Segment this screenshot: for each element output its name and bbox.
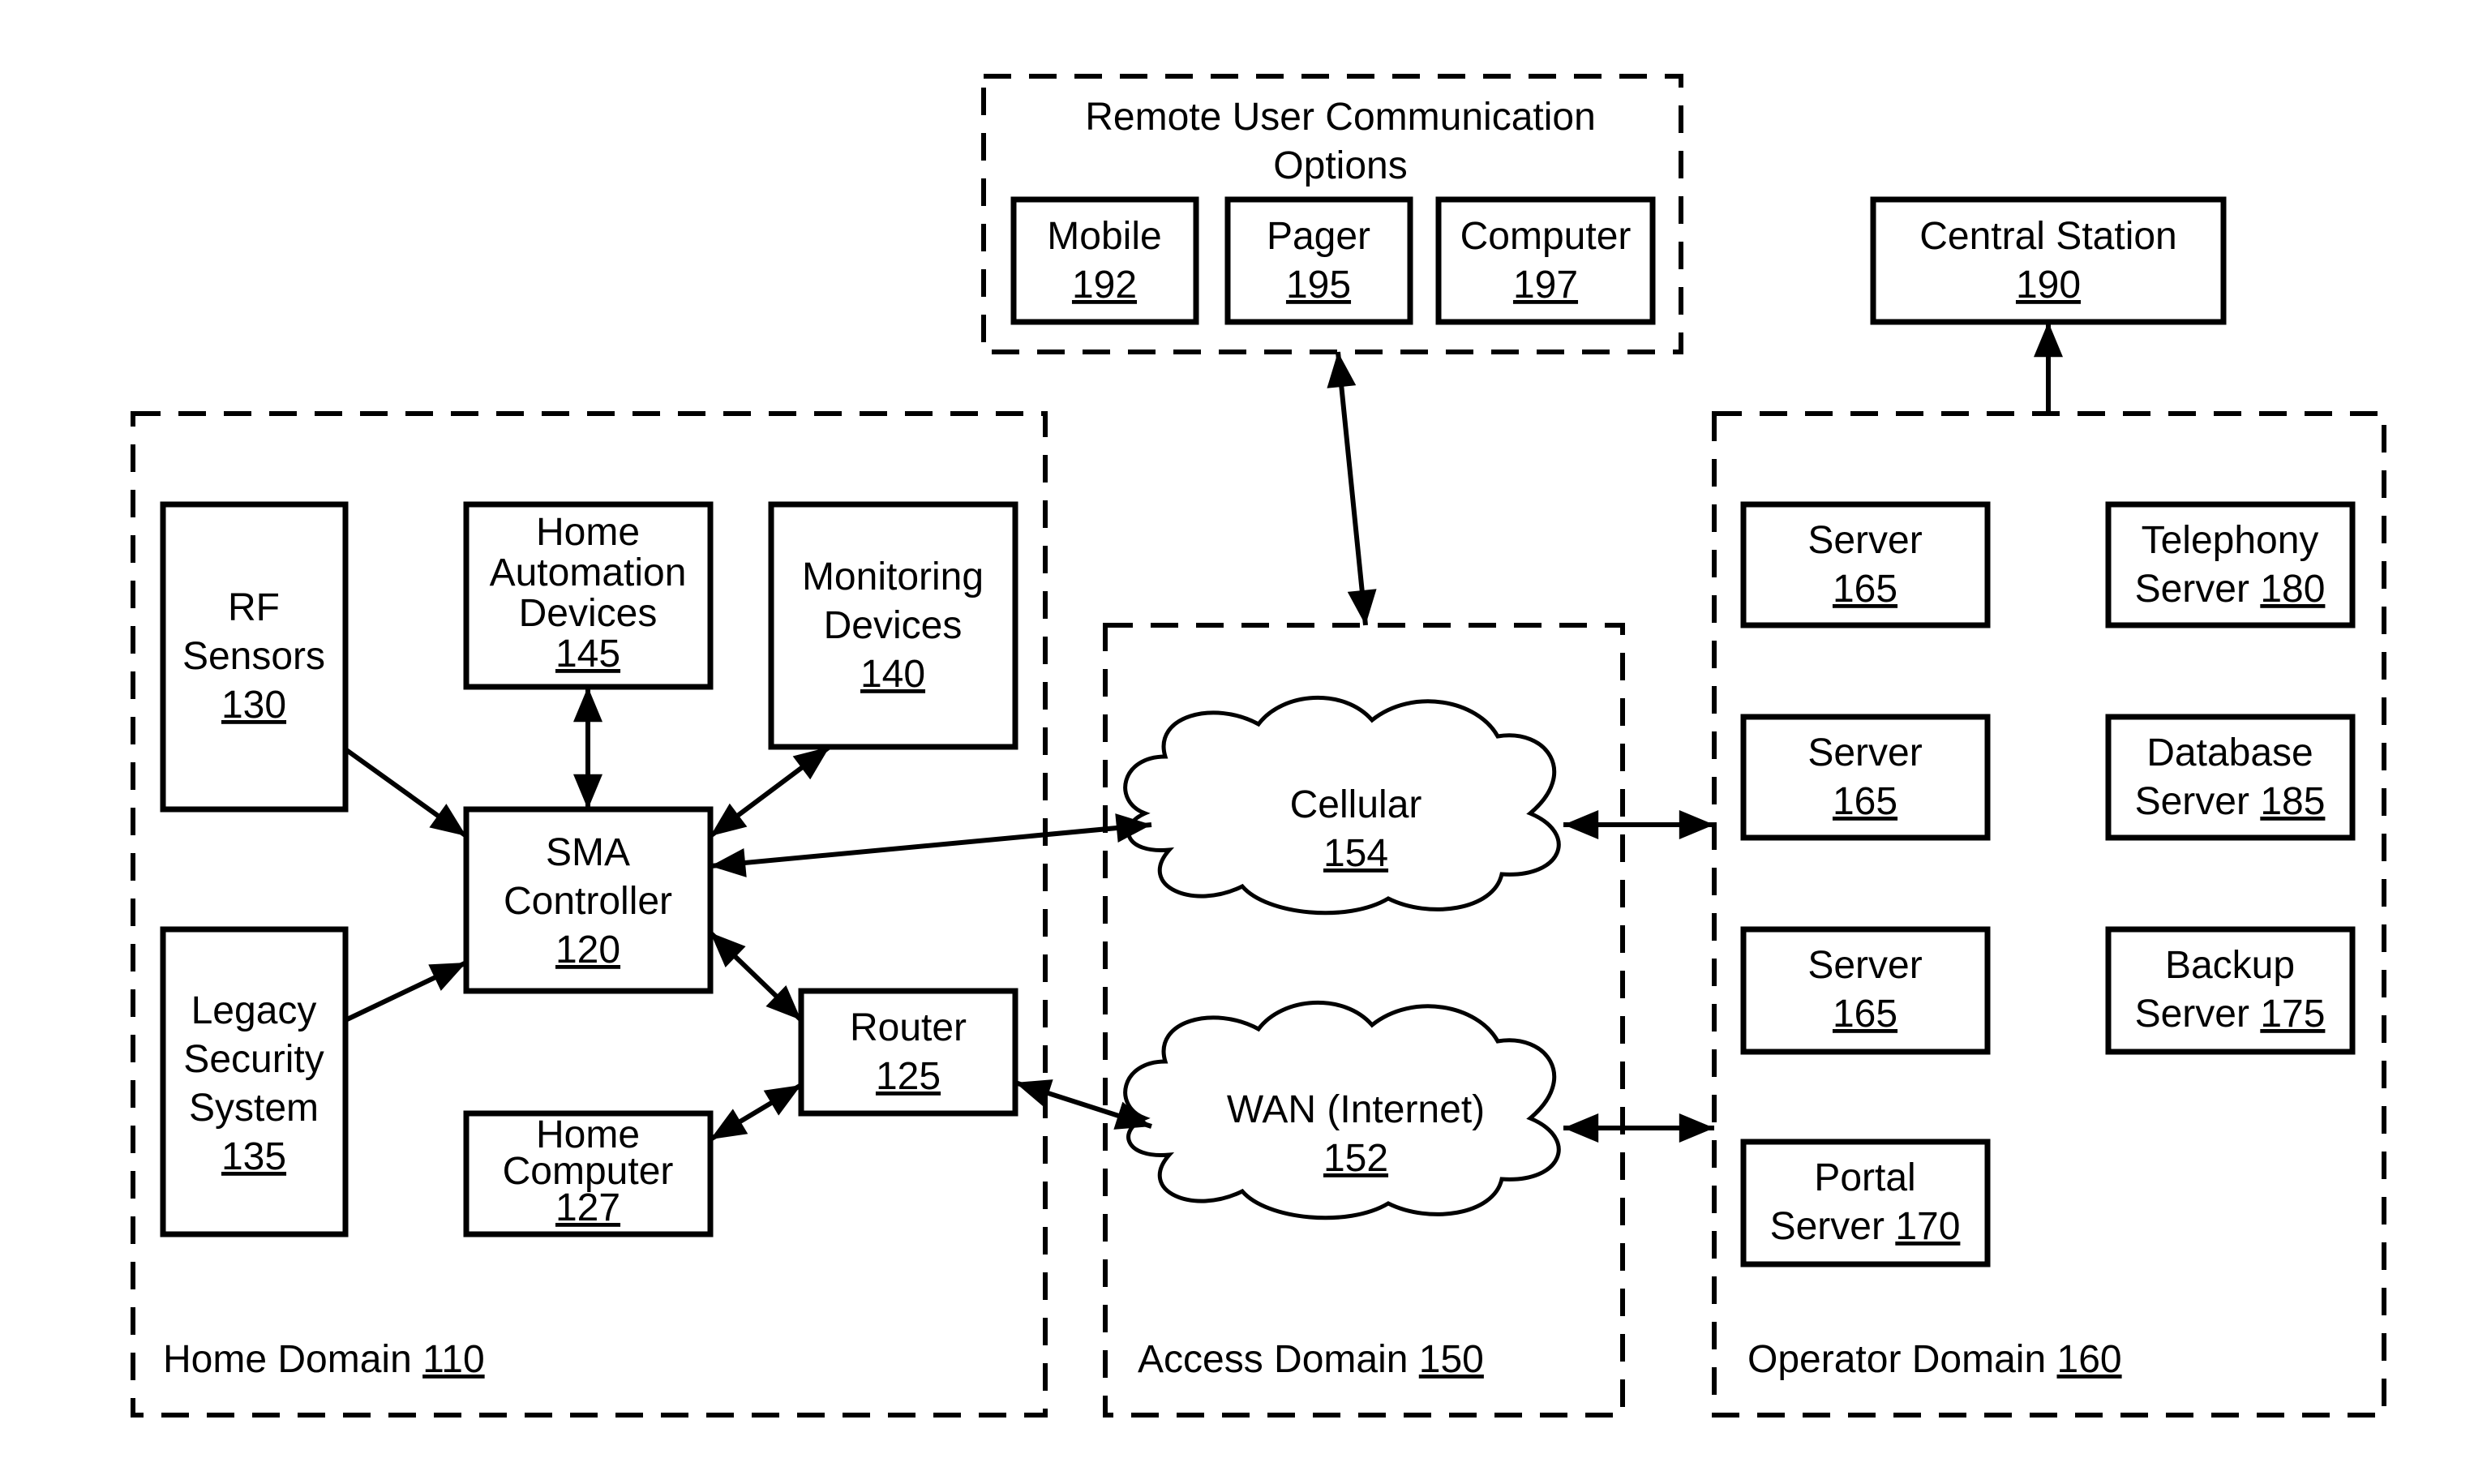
database-label-2: Server 185 bbox=[2135, 780, 2326, 823]
legacy-security-label: Legacy bbox=[191, 989, 317, 1032]
backup-label: Backup bbox=[2165, 944, 2295, 987]
backup-server-node[interactable]: Backup Server 175 bbox=[2105, 926, 2356, 1055]
home-computer-node[interactable]: Home Computer 127 bbox=[463, 1110, 714, 1237]
arrow-legacy-to-sma bbox=[344, 960, 468, 1023]
system-diagram: Remote User Communication Options Mobile… bbox=[131, 74, 2386, 1418]
access-domain-label: Access Domain 150 bbox=[1138, 1338, 1484, 1381]
portal-ref: 170 bbox=[1895, 1205, 1960, 1248]
mobile-ref: 192 bbox=[1072, 264, 1137, 307]
server-ref: 165 bbox=[1833, 993, 1897, 1036]
home-domain-label-text: Home Domain bbox=[163, 1338, 422, 1381]
legacy-security-label-3: System bbox=[189, 1087, 319, 1130]
arrow-rf-to-sma bbox=[344, 747, 468, 839]
home-automation-ref: 145 bbox=[555, 633, 620, 676]
access-domain-label-text: Access Domain bbox=[1138, 1338, 1419, 1381]
legacy-security-node[interactable]: Legacy Security System 135 bbox=[160, 926, 349, 1237]
database-label: Database bbox=[2146, 731, 2313, 774]
server-165-b[interactable]: Server 165 bbox=[1740, 714, 1991, 841]
pager-node[interactable]: Pager 195 bbox=[1224, 196, 1413, 325]
server-165-c[interactable]: Server 165 bbox=[1740, 926, 1991, 1055]
legacy-security-ref: 135 bbox=[221, 1135, 286, 1178]
sma-controller-node[interactable]: SMA Controller 120 bbox=[463, 806, 714, 994]
cellular-label: Cellular bbox=[1290, 783, 1422, 826]
operator-domain-label: Operator Domain 160 bbox=[1747, 1338, 2122, 1381]
telephony-label-2: Server 180 bbox=[2135, 568, 2326, 611]
monitoring-label: Monitoring bbox=[802, 555, 984, 598]
telephony-label: Telephony bbox=[2142, 519, 2319, 562]
portal-server-word: Server bbox=[1770, 1205, 1896, 1248]
server-label: Server bbox=[1807, 731, 1922, 774]
wan-ref: 152 bbox=[1323, 1137, 1388, 1180]
home-computer-ref: 127 bbox=[555, 1186, 620, 1229]
backup-server-word: Server bbox=[2135, 993, 2261, 1036]
pager-ref: 195 bbox=[1286, 264, 1351, 307]
server-label: Server bbox=[1807, 944, 1922, 987]
operator-domain-label-text: Operator Domain bbox=[1747, 1338, 2057, 1381]
backup-label-2: Server 175 bbox=[2135, 993, 2326, 1036]
home-automation-label-3: Devices bbox=[519, 592, 658, 635]
home-automation-label-2: Automation bbox=[490, 551, 687, 594]
sma-controller-ref: 120 bbox=[555, 929, 620, 971]
arrow-sma-router bbox=[708, 930, 804, 1023]
router-ref: 125 bbox=[876, 1055, 941, 1098]
monitoring-ref: 140 bbox=[860, 653, 925, 696]
mobile-label: Mobile bbox=[1047, 215, 1161, 258]
central-station-label: Central Station bbox=[1919, 215, 2177, 258]
rf-sensors-label: RF bbox=[228, 586, 280, 629]
wan-cloud[interactable]: WAN (Internet) 152 bbox=[1123, 1001, 1561, 1220]
arrow-computer-router bbox=[709, 1083, 803, 1142]
home-automation-label: Home bbox=[536, 511, 640, 554]
server-165-a[interactable]: Server 165 bbox=[1740, 501, 1991, 628]
arrow-sma-cellular bbox=[710, 813, 1152, 877]
computer-label: Computer bbox=[1460, 215, 1632, 258]
cellular-ref: 154 bbox=[1323, 832, 1388, 875]
computer-ref: 197 bbox=[1513, 264, 1578, 307]
mobile-node[interactable]: Mobile 192 bbox=[1010, 196, 1199, 325]
server-label: Server bbox=[1807, 519, 1922, 562]
sma-controller-label-2: Controller bbox=[504, 880, 672, 923]
telephony-server-word: Server bbox=[2135, 568, 2261, 611]
database-ref: 185 bbox=[2260, 780, 2325, 823]
remote-options-title-2: Options bbox=[1273, 144, 1407, 187]
operator-domain-ref: 160 bbox=[2057, 1338, 2122, 1381]
rf-sensors-label-2: Sensors bbox=[182, 635, 325, 678]
legacy-security-label-2: Security bbox=[183, 1038, 324, 1081]
access-domain-ref: 150 bbox=[1419, 1338, 1484, 1381]
pager-label: Pager bbox=[1267, 215, 1370, 258]
home-domain-label: Home Domain 110 bbox=[163, 1338, 485, 1381]
portal-label-2: Server 170 bbox=[1770, 1205, 1961, 1248]
arrow-remote-access bbox=[1327, 351, 1377, 626]
central-station-node[interactable]: Central Station 190 bbox=[1870, 196, 2227, 325]
server-ref: 165 bbox=[1833, 568, 1897, 611]
router-label: Router bbox=[850, 1006, 967, 1049]
server-ref: 165 bbox=[1833, 780, 1897, 823]
portal-label: Portal bbox=[1814, 1156, 1915, 1199]
rf-sensors-node[interactable]: RF Sensors 130 bbox=[160, 501, 349, 813]
arrow-monitoring-sma bbox=[709, 744, 831, 839]
monitoring-devices-node[interactable]: Monitoring Devices 140 bbox=[768, 501, 1018, 750]
cellular-cloud[interactable]: Cellular 154 bbox=[1123, 696, 1561, 916]
home-automation-node[interactable]: Home Automation Devices 145 bbox=[463, 501, 714, 690]
wan-label: WAN (Internet) bbox=[1227, 1088, 1485, 1131]
monitoring-label-2: Devices bbox=[824, 604, 963, 647]
rf-sensors-ref: 130 bbox=[221, 684, 286, 727]
router-node[interactable]: Router 125 bbox=[798, 988, 1018, 1117]
central-station-ref: 190 bbox=[2016, 264, 2081, 307]
remote-options-title: Remote User Communication bbox=[1085, 96, 1596, 139]
database-server-word: Server bbox=[2135, 780, 2261, 823]
backup-ref: 175 bbox=[2260, 993, 2325, 1036]
home-domain-ref: 110 bbox=[422, 1338, 485, 1381]
telephony-server-node[interactable]: Telephony Server 180 bbox=[2105, 501, 2356, 628]
computer-node[interactable]: Computer 197 bbox=[1435, 196, 1656, 325]
database-server-node[interactable]: Database Server 185 bbox=[2105, 714, 2356, 841]
sma-controller-label: SMA bbox=[546, 831, 630, 874]
portal-server-node[interactable]: Portal Server 170 bbox=[1740, 1139, 1991, 1267]
telephony-ref: 180 bbox=[2260, 568, 2325, 611]
